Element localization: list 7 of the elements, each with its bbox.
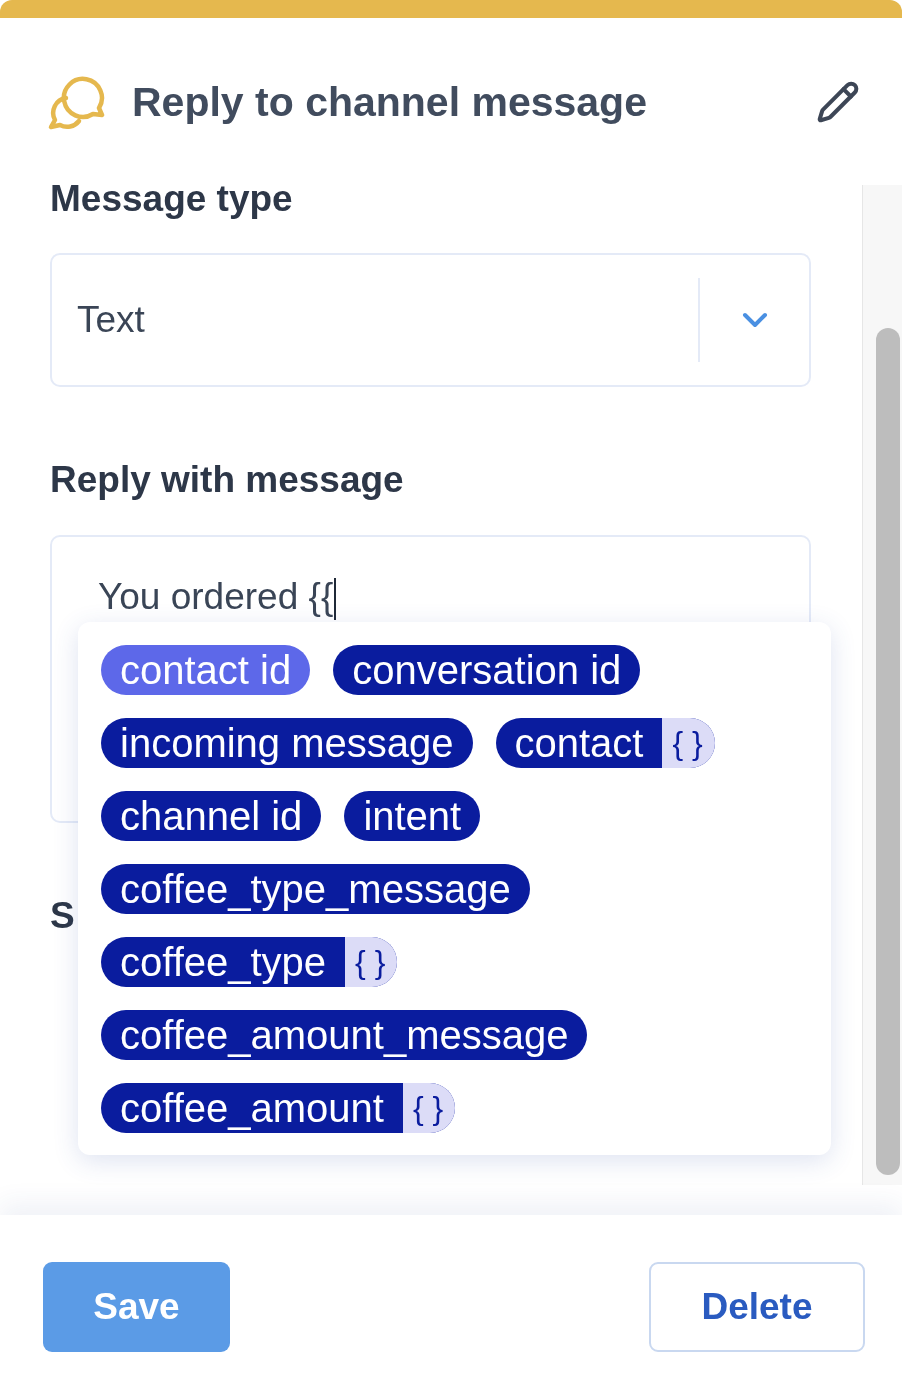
field-label: Message type [50, 177, 293, 221]
field-label: S [50, 894, 75, 938]
field-label: Reply with message [50, 458, 404, 502]
panel-title: Reply to channel message [132, 78, 647, 127]
object-indicator: { } [402, 1083, 456, 1133]
object-indicator: { } [345, 937, 398, 987]
object-indicator: { } [662, 718, 715, 768]
